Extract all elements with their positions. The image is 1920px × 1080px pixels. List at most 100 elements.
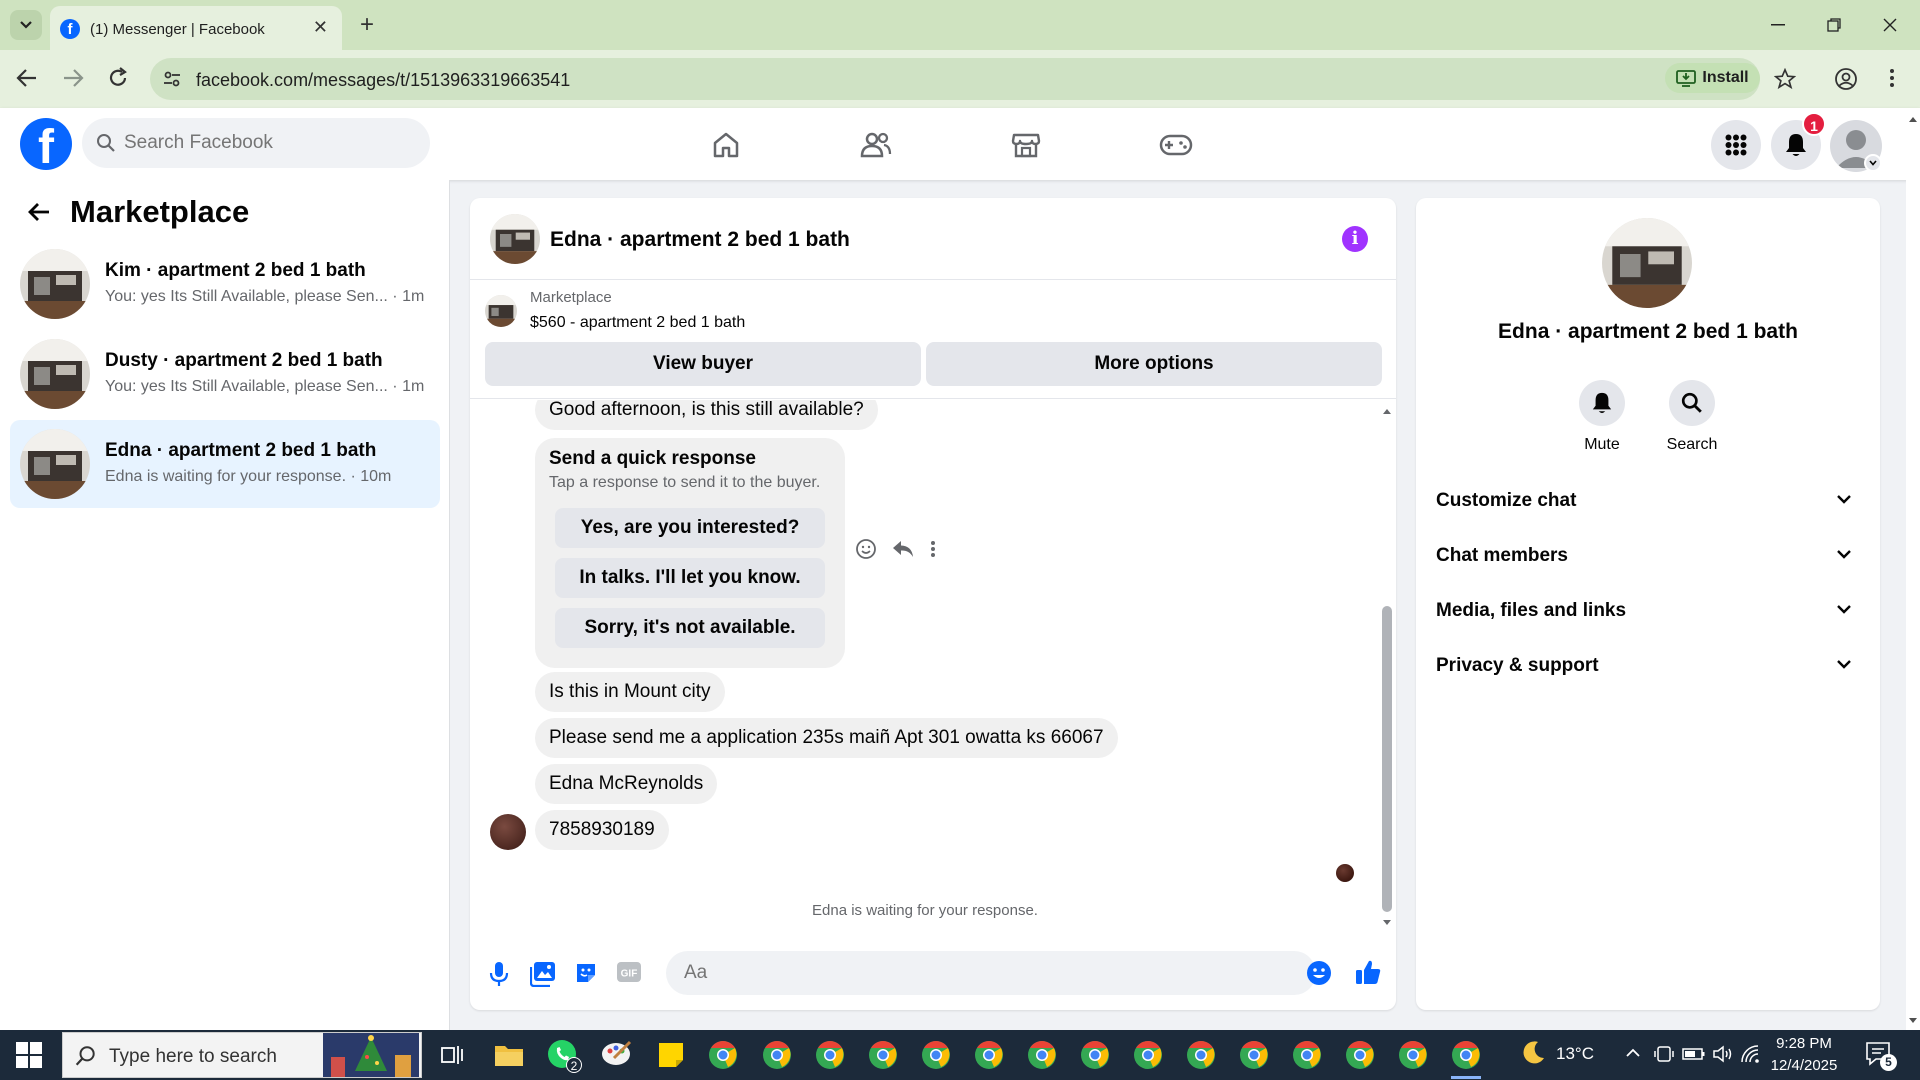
quick-response-option[interactable]: In talks. I'll let you know. <box>555 558 825 598</box>
more-options-button[interactable]: More options <box>926 342 1382 386</box>
message-list[interactable]: Good afternoon, is this still available?… <box>470 400 1396 940</box>
section-privacy-support[interactable]: Privacy & support <box>1436 638 1860 693</box>
tab-search-button[interactable] <box>10 10 42 40</box>
quick-response-option[interactable]: Yes, are you interested? <box>555 508 825 548</box>
taskbar-chrome-3[interactable] <box>813 1038 847 1072</box>
menu-button[interactable] <box>1711 120 1761 170</box>
scroll-down-icon[interactable] <box>1906 1016 1920 1026</box>
tray-overflow-icon[interactable] <box>1624 1046 1642 1060</box>
listing-price-title[interactable]: $560 - apartment 2 bed 1 bath <box>530 314 745 332</box>
listing-thumbnail <box>485 295 517 327</box>
message-bubble: Please send me a application 235s maiñ A… <box>535 718 1118 758</box>
facebook-logo-icon[interactable]: f <box>20 118 72 170</box>
taskbar-chrome-5[interactable] <box>919 1038 953 1072</box>
scroll-down-icon[interactable] <box>1380 918 1394 928</box>
site-info-icon[interactable] <box>162 69 182 89</box>
chat-thumbnail[interactable] <box>490 214 540 264</box>
url-text[interactable]: facebook.com/messages/t/1513963319663541 <box>196 70 570 91</box>
section-customize-chat[interactable]: Customize chat <box>1436 473 1860 528</box>
view-buyer-button[interactable]: View buyer <box>485 342 921 386</box>
nav-gaming[interactable] <box>1136 120 1216 170</box>
browser-tab[interactable]: f (1) Messenger | Facebook ✕ <box>50 6 342 50</box>
restore-icon <box>1827 18 1841 32</box>
quick-response-option[interactable]: Sorry, it's not available. <box>555 608 825 648</box>
taskbar-chrome-2[interactable] <box>760 1038 794 1072</box>
facebook-search-input[interactable] <box>124 118 414 168</box>
facebook-search[interactable] <box>82 118 430 168</box>
minimize-button[interactable] <box>1756 8 1800 42</box>
conversation-item-edna[interactable]: Edna · apartment 2 bed 1 bath Edna is wa… <box>10 420 440 508</box>
message-scrollbar-thumb[interactable] <box>1382 606 1392 912</box>
account-dropdown[interactable] <box>1864 154 1882 172</box>
scroll-up-icon[interactable] <box>1906 114 1920 124</box>
taskbar-sticky-notes[interactable] <box>654 1038 688 1072</box>
taskbar-chrome-1[interactable] <box>706 1038 740 1072</box>
taskbar-clock[interactable]: 9:28 PM 12/4/2025 <box>1758 1033 1850 1077</box>
nav-home[interactable] <box>686 120 766 170</box>
taskbar-chrome-7[interactable] <box>1025 1038 1059 1072</box>
gif-button[interactable]: GIF <box>616 961 642 983</box>
taskbar-chrome-6[interactable] <box>972 1038 1006 1072</box>
message-bubble: Is this in Mount city <box>535 672 725 712</box>
weather-moon-icon[interactable] <box>1518 1038 1548 1068</box>
search-highlight-christmas-icon <box>323 1033 419 1077</box>
new-tab-button[interactable]: + <box>352 10 382 40</box>
notification-center-button[interactable]: 5 <box>1864 1040 1897 1071</box>
info-avatar[interactable] <box>1602 218 1692 308</box>
volume-icon[interactable] <box>1712 1044 1734 1064</box>
star-icon <box>1774 68 1796 90</box>
bookmark-star-button[interactable] <box>1774 68 1796 90</box>
taskbar-whatsapp[interactable]: 2 <box>546 1038 582 1073</box>
back-button[interactable] <box>14 66 40 90</box>
sticker-button[interactable] <box>574 961 598 985</box>
taskbar-chrome-12[interactable] <box>1290 1038 1324 1072</box>
react-button[interactable] <box>855 538 877 560</box>
attach-photo-button[interactable] <box>530 961 556 987</box>
taskbar-search[interactable]: Type here to search <box>62 1032 422 1078</box>
chat-title[interactable]: Edna · apartment 2 bed 1 bath <box>550 228 850 252</box>
scroll-up-icon[interactable] <box>1380 406 1394 416</box>
section-media-files-links[interactable]: Media, files and links <box>1436 583 1860 638</box>
nav-friends[interactable] <box>836 120 916 170</box>
restore-button[interactable] <box>1812 8 1856 42</box>
task-view-button[interactable] <box>434 1038 468 1072</box>
reply-button[interactable] <box>891 538 915 560</box>
taskbar-chrome-11[interactable] <box>1237 1038 1271 1072</box>
taskbar-paint[interactable] <box>600 1038 634 1072</box>
like-button[interactable] <box>1354 958 1382 986</box>
taskbar-chrome-8[interactable] <box>1078 1038 1112 1072</box>
browser-menu-button[interactable] <box>1888 66 1896 90</box>
taskbar-chrome-10[interactable] <box>1184 1038 1218 1072</box>
search-in-chat-button[interactable]: Search <box>1647 380 1737 454</box>
voice-clip-button[interactable] <box>488 961 510 987</box>
tab-close-icon[interactable]: ✕ <box>313 17 328 38</box>
taskbar-chrome-4[interactable] <box>866 1038 900 1072</box>
page-scrollbar[interactable] <box>1906 108 1920 1030</box>
profile-button[interactable] <box>1834 67 1858 91</box>
info-icon[interactable]: i <box>1342 226 1368 252</box>
mute-button[interactable]: Mute <box>1557 380 1647 454</box>
more-actions-button[interactable] <box>929 538 937 560</box>
sender-avatar[interactable] <box>490 814 526 850</box>
weather-temperature[interactable]: 13°C <box>1556 1044 1594 1064</box>
chevron-down-icon <box>1837 495 1851 504</box>
taskbar-chrome-9[interactable] <box>1131 1038 1165 1072</box>
taskbar-chrome-13[interactable] <box>1343 1038 1377 1072</box>
install-app-button[interactable]: Install <box>1665 63 1760 93</box>
conversation-item-dusty[interactable]: Dusty · apartment 2 bed 1 bath You: yes … <box>10 330 440 418</box>
conversation-item-kim[interactable]: Kim · apartment 2 bed 1 bath You: yes It… <box>10 240 440 328</box>
device-icon[interactable] <box>1654 1044 1674 1064</box>
taskbar-chrome-15-active[interactable] <box>1449 1038 1483 1072</box>
taskbar-file-explorer[interactable] <box>492 1038 526 1072</box>
close-window-button[interactable] <box>1868 8 1912 42</box>
start-button[interactable] <box>14 1040 44 1070</box>
nav-marketplace[interactable] <box>986 120 1066 170</box>
emoji-button[interactable] <box>1306 960 1332 986</box>
battery-icon[interactable] <box>1682 1046 1706 1062</box>
taskbar-chrome-14[interactable] <box>1396 1038 1430 1072</box>
reload-button[interactable] <box>106 66 130 90</box>
section-chat-members[interactable]: Chat members <box>1436 528 1860 583</box>
message-input[interactable] <box>666 951 1316 995</box>
back-to-chats-button[interactable] <box>26 200 52 224</box>
forward-button[interactable] <box>60 66 86 90</box>
